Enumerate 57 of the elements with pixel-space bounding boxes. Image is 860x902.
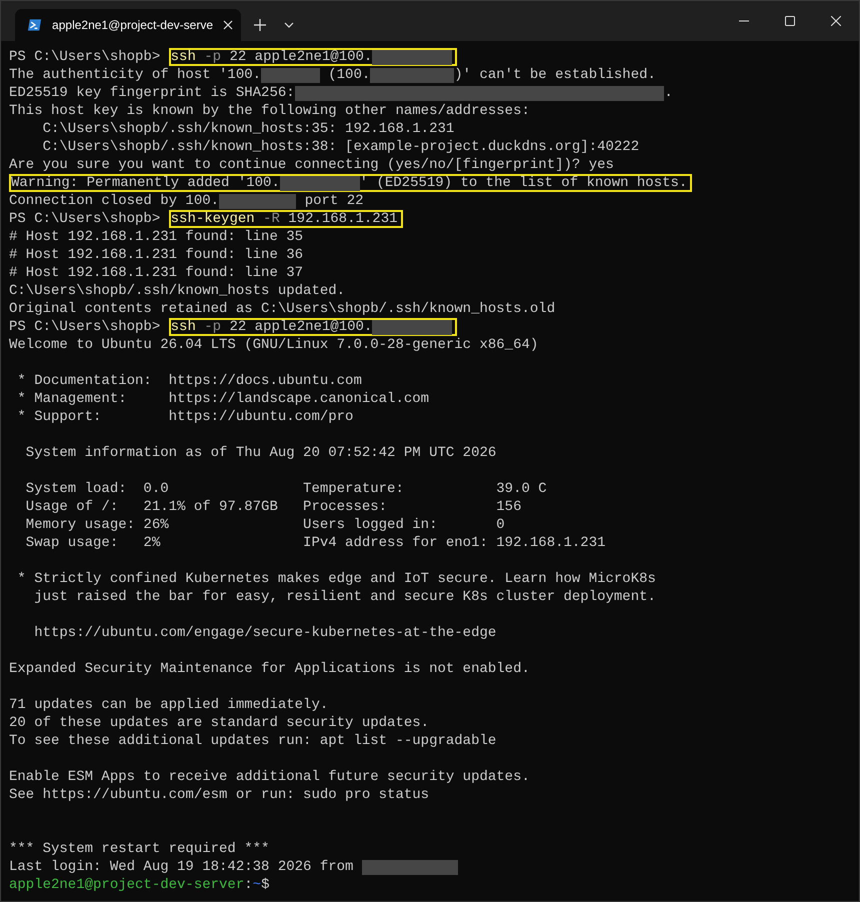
terminal-text: ssh	[170, 48, 196, 66]
terminal-line: To see these additional updates run: apt list --upgradable	[9, 732, 498, 750]
terminal-text: 22 apple2ne1@100.	[228, 318, 372, 336]
terminal-text: .	[664, 84, 673, 102]
terminal-text: Connection closed by 100.	[9, 192, 220, 210]
terminal-text: PS C:\Users\shopb>	[9, 48, 162, 66]
terminal-line: * Strictly confined Kubernetes makes edge and IoT secure. Learn how MicroK8s	[16, 570, 657, 588]
terminal-line: apple2ne1@project-dev-server:~$	[9, 876, 270, 894]
terminal-tab[interactable]: apple2ne1@project-dev-serve	[15, 9, 241, 41]
terminal-line: Swap usage: 2% IPv4 address for eno1: 192.168.1.231	[24, 534, 606, 552]
terminal-line: * Support: https://ubuntu.com/pro	[16, 408, 354, 426]
terminal-line: Welcome to Ubuntu 26.04 LTS (GNU/Linux 7.0.0-28-generic x86_64)	[9, 336, 540, 354]
terminal-line: C:\Users\shopb/.ssh/known_hosts:38: [example-project.duckdns.org]:40222	[42, 138, 640, 156]
terminal-line: 20 of these updates are standard security updates.	[9, 714, 430, 732]
redacted-block	[261, 68, 320, 82]
terminal-line: # Host 192.168.1.231 found: line 37	[9, 264, 304, 282]
terminal-line: Usage of /: 21.1% of 97.87GB Processes: 156	[24, 498, 522, 516]
terminal-line: * Management: https://landscape.canonical.com	[16, 390, 430, 408]
terminal-line: Original contents retained as C:\Users\shopb/.ssh/known_hosts.old	[9, 300, 556, 318]
terminal-line: * Documentation: https://docs.ubuntu.com	[16, 372, 363, 390]
terminal-line: This host key is known by the following other names/addresses:	[9, 102, 531, 120]
terminal-line: 71 updates can be applied immediately.	[9, 696, 330, 714]
terminal-line: C:\Users\shopb/.ssh/known_hosts updated.	[9, 282, 346, 300]
terminal-line: Memory usage: 26% Users logged in: 0	[24, 516, 506, 534]
terminal-line: Expanded Security Maintenance for Applications is not enabled.	[9, 660, 531, 678]
terminal-text: PS C:\Users\shopb>	[9, 210, 162, 228]
terminal-text: The authenticity of host '100.	[9, 66, 262, 84]
terminal-text: ED25519 key fingerprint is SHA256:	[9, 84, 295, 102]
terminal-text: -p	[203, 48, 222, 66]
terminal-text: port 22	[304, 192, 364, 210]
terminal-text: -R	[262, 210, 280, 228]
terminal-text: PS C:\Users\shopb>	[9, 318, 162, 336]
terminal-line: # Host 192.168.1.231 found: line 36	[9, 246, 304, 264]
terminal-text: ssh	[170, 318, 196, 336]
terminal-text: ' (ED25519) to the list of known hosts.	[360, 174, 688, 192]
terminal-text: (100.	[327, 66, 370, 84]
terminal-line: See https://ubuntu.com/esm or run: sudo pro status	[9, 786, 430, 804]
terminal-text: Warning: Permanently added '100.	[11, 174, 280, 192]
terminal-line: # Host 192.168.1.231 found: line 35	[9, 228, 304, 246]
terminal-line: System information as of Thu Aug 20 07:52:42 PM UTC 2026	[24, 444, 498, 462]
terminal-line: https://ubuntu.com/engage/secure-kubernetes-at-the-edge	[33, 624, 498, 642]
terminal-text: Last login: Wed Aug 19 18:42:38 2026 from	[9, 858, 354, 876]
terminal-text: 22 apple2ne1@100.	[228, 48, 372, 66]
terminal-text: -p	[203, 318, 222, 336]
terminal-text: )' can't be established.	[454, 66, 656, 84]
close-icon[interactable]	[223, 20, 233, 30]
terminal-line: just raised the bar for easy, resilient and secure K8s cluster deployment.	[33, 588, 657, 606]
tab-title: apple2ne1@project-dev-serve	[52, 17, 213, 34]
powershell-icon	[27, 17, 42, 33]
terminal-line: System load: 0.0 Temperature: 39.0 C	[24, 480, 548, 498]
terminal-line: Enable ESM Apps to receive additional future security updates.	[9, 768, 531, 786]
terminal-line: C:\Users\shopb/.ssh/known_hosts:35: 192.168.1.231	[42, 120, 456, 138]
terminal-line: *** System restart required ***	[9, 840, 270, 858]
terminal-text: 192.168.1.231	[287, 210, 398, 228]
terminal-line: Are you sure you want to continue connecting (yes/no/[fingerprint])? yes	[9, 156, 615, 174]
terminal-text: ssh-keygen	[170, 210, 255, 228]
plus-icon[interactable]	[253, 18, 267, 32]
